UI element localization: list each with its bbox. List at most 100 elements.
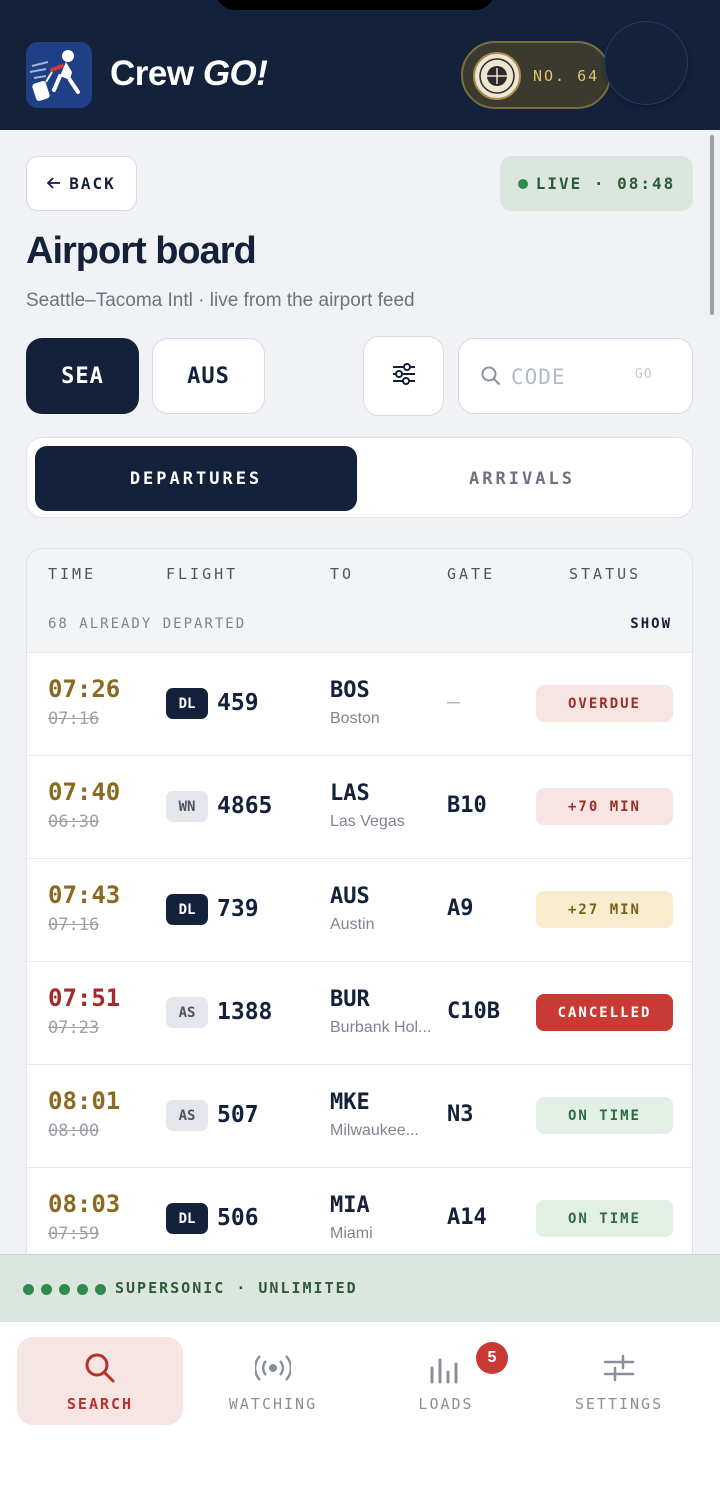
main-content: BACK LIVE · 08:48 Airport board Seattle–… — [0, 130, 720, 1254]
destination-code: AUS — [330, 884, 370, 909]
nav-label-search: SEARCH — [66, 1395, 134, 1413]
airport-code-input[interactable] — [511, 359, 621, 395]
scheduled-time: 06:30 — [48, 812, 100, 832]
table-row[interactable]: 07:43 07:16 DL 739 AUS Austin A9 +27 MIN — [27, 859, 692, 962]
flight-number: 506 — [217, 1205, 259, 1231]
column-header-gate: GATE — [447, 565, 496, 583]
scheduled-time: 08:00 — [48, 1121, 100, 1141]
gate: N3 — [447, 1102, 474, 1127]
airport-button-aus[interactable]: AUS — [152, 338, 265, 414]
badge-number: NO. 64 — [533, 67, 600, 85]
nav-label-settings: SETTINGS — [574, 1395, 664, 1413]
departed-count: 68 ALREADY DEPARTED — [48, 616, 247, 632]
bottom-nav: SEARCH WATCHING LOADS SETTINGS — [0, 1322, 720, 1490]
traveler-logo-icon[interactable] — [26, 42, 92, 108]
destination-city: Burbank Hol... — [330, 1019, 432, 1036]
estimated-time: 07:40 — [48, 778, 121, 806]
board-header: TIME FLIGHT TO GATE STATUS 68 ALREADY DE… — [27, 549, 692, 653]
device-notch — [215, 0, 495, 10]
nav-item-watching[interactable]: WATCHING — [190, 1337, 356, 1425]
estimated-time: 07:26 — [48, 675, 121, 703]
table-row[interactable]: 08:03 07:59 DL 506 MIA Miami A14 ON TIME — [27, 1168, 692, 1254]
gate: B10 — [447, 793, 487, 818]
gate: C10B — [447, 999, 500, 1024]
flight-number: 1388 — [217, 999, 273, 1025]
back-button[interactable]: BACK — [26, 156, 137, 211]
search-box: GO — [458, 338, 693, 414]
nav-label-watching: WATCHING — [228, 1395, 318, 1413]
estimated-time: 07:43 — [48, 881, 121, 909]
table-row[interactable]: 07:51 07:23 AS 1388 BUR Burbank Hol... C… — [27, 962, 692, 1065]
page-subtitle: Seattle–Tacoma Intl · live from the airp… — [26, 290, 415, 311]
destination-code: MKE — [330, 1090, 370, 1115]
sliders-icon — [391, 362, 417, 391]
status-badge: ON TIME — [536, 1097, 673, 1134]
nav-item-search[interactable]: SEARCH — [17, 1337, 183, 1425]
airline-badge: WN — [166, 791, 208, 822]
estimated-time: 07:51 — [48, 984, 121, 1012]
adjustments-icon — [603, 1352, 635, 1389]
destination-code: BUR — [330, 987, 370, 1012]
table-row[interactable]: 07:26 07:16 DL 459 BOS Boston — OVERDUE — [27, 653, 692, 756]
airline-badge: DL — [166, 894, 208, 925]
loads-count-badge: 5 — [476, 1342, 508, 1374]
scheduled-time: 07:59 — [48, 1224, 100, 1244]
tab-arrivals[interactable]: ARRIVALS — [357, 446, 687, 511]
column-header-time: TIME — [48, 565, 97, 583]
destination-city: Boston — [330, 710, 380, 727]
broadcast-icon — [253, 1352, 293, 1389]
column-header-status: STATUS — [569, 565, 642, 583]
scheduled-time: 07:16 — [48, 709, 100, 729]
nav-item-settings[interactable]: SETTINGS — [536, 1337, 702, 1425]
estimated-time: 08:01 — [48, 1087, 121, 1115]
flight-board: TIME FLIGHT TO GATE STATUS 68 ALREADY DE… — [26, 548, 693, 1254]
airport-button-sea[interactable]: SEA — [26, 338, 139, 414]
airline-badge: AS — [166, 997, 208, 1028]
search-icon — [84, 1352, 116, 1389]
avatar[interactable] — [604, 21, 688, 105]
scheduled-time: 07:16 — [48, 915, 100, 935]
show-departed-button[interactable]: SHOW — [630, 616, 672, 632]
flight-number: 459 — [217, 690, 259, 716]
gate: A14 — [447, 1205, 487, 1230]
signal-dots-icon — [23, 1284, 106, 1295]
destination-city: Milwaukee... — [330, 1122, 419, 1139]
scrollbar[interactable] — [710, 135, 714, 315]
filter-button[interactable] — [363, 336, 444, 416]
estimated-time: 08:03 — [48, 1190, 121, 1218]
destination-city: Miami — [330, 1225, 373, 1242]
arrow-left-icon — [46, 174, 61, 193]
connection-speed-strip: SUPERSONIC · UNLIMITED — [0, 1254, 720, 1322]
destination-city: Las Vegas — [330, 813, 405, 830]
status-badge: +70 MIN — [536, 788, 673, 825]
destination-city: Austin — [330, 916, 375, 933]
nav-label-loads: LOADS — [418, 1395, 474, 1413]
column-header-flight: FLIGHT — [166, 565, 239, 583]
live-label: LIVE · 08:48 — [535, 174, 676, 193]
flight-number: 739 — [217, 896, 259, 922]
airline-badge: AS — [166, 1100, 208, 1131]
table-row[interactable]: 07:40 06:30 WN 4865 LAS Las Vegas B10 +7… — [27, 756, 692, 859]
status-badge: CANCELLED — [536, 994, 673, 1031]
gate: — — [447, 690, 461, 715]
membership-badge[interactable]: NO. 64 — [461, 41, 611, 109]
bar-chart-icon — [429, 1352, 463, 1389]
page-title: Airport board — [26, 230, 257, 272]
destination-code: LAS — [330, 781, 370, 806]
tab-departures[interactable]: DEPARTURES — [35, 446, 357, 511]
status-badge: +27 MIN — [536, 891, 673, 928]
status-badge: ON TIME — [536, 1200, 673, 1237]
direction-tabs: DEPARTURES ARRIVALS — [26, 437, 693, 518]
destination-code: BOS — [330, 678, 370, 703]
destination-code: MIA — [330, 1193, 370, 1218]
live-status-badge: LIVE · 08:48 — [500, 156, 693, 211]
airline-badge: DL — [166, 1203, 208, 1234]
app-brand: Crew GO! — [110, 54, 268, 93]
flight-number: 507 — [217, 1102, 259, 1128]
status-badge: OVERDUE — [536, 685, 673, 722]
seal-icon — [473, 52, 521, 100]
table-row[interactable]: 08:01 08:00 AS 507 MKE Milwaukee... N3 O… — [27, 1065, 692, 1168]
go-button[interactable]: GO — [635, 367, 653, 382]
gate: A9 — [447, 896, 474, 921]
live-dot — [517, 178, 528, 189]
